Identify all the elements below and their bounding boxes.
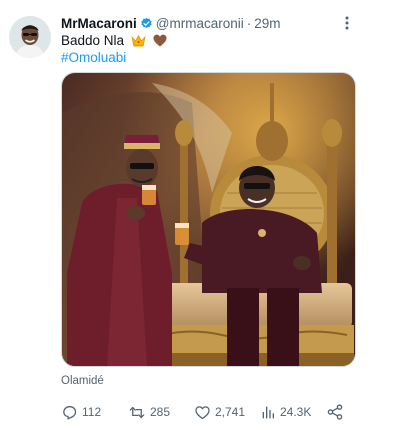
tweet-header: MrMacaroni @mrmacaronii · 29m xyxy=(61,14,281,32)
display-name[interactable]: MrMacaroni xyxy=(61,16,137,31)
repost-button[interactable]: 285 xyxy=(128,402,170,422)
views-button[interactable]: 24.3K xyxy=(260,402,311,422)
view-count: 24.3K xyxy=(280,405,312,419)
share-icon xyxy=(327,404,343,420)
reply-button[interactable]: 112 xyxy=(61,402,101,422)
like-button[interactable]: 2,741 xyxy=(194,402,245,422)
reply-count: 112 xyxy=(82,405,102,419)
repost-count: 285 xyxy=(150,405,171,419)
photo-image xyxy=(62,73,355,366)
repost-icon xyxy=(129,406,145,418)
like-count: 2,741 xyxy=(215,405,246,419)
tweet-text: Baddo Nla xyxy=(61,32,167,50)
avatar[interactable] xyxy=(9,16,51,58)
crown-emoji-icon xyxy=(131,34,146,47)
verified-badge-icon xyxy=(141,17,152,28)
timestamp[interactable]: 29m xyxy=(254,16,280,31)
share-button[interactable] xyxy=(326,402,348,422)
more-vertical-icon xyxy=(345,16,349,30)
hashtag-link[interactable]: #Omoluabi xyxy=(61,49,126,67)
more-options-button[interactable] xyxy=(337,13,357,33)
tweet-card[interactable]: MrMacaroni @mrmacaronii · 29m Baddo Nla … xyxy=(0,0,415,430)
action-bar: 112 285 2,741 24.3K xyxy=(61,402,356,422)
reply-icon xyxy=(63,405,77,420)
separator-dot: · xyxy=(246,15,252,31)
brown-heart-emoji-icon xyxy=(153,34,167,47)
heart-icon xyxy=(195,405,210,419)
author-handle[interactable]: @mrmacaronii xyxy=(156,16,244,31)
analytics-bar-icon xyxy=(262,406,274,418)
tweet-photo[interactable] xyxy=(61,72,356,367)
tweet-text-body: Baddo Nla xyxy=(61,33,125,48)
media-tag[interactable]: Olamidé xyxy=(61,375,104,387)
